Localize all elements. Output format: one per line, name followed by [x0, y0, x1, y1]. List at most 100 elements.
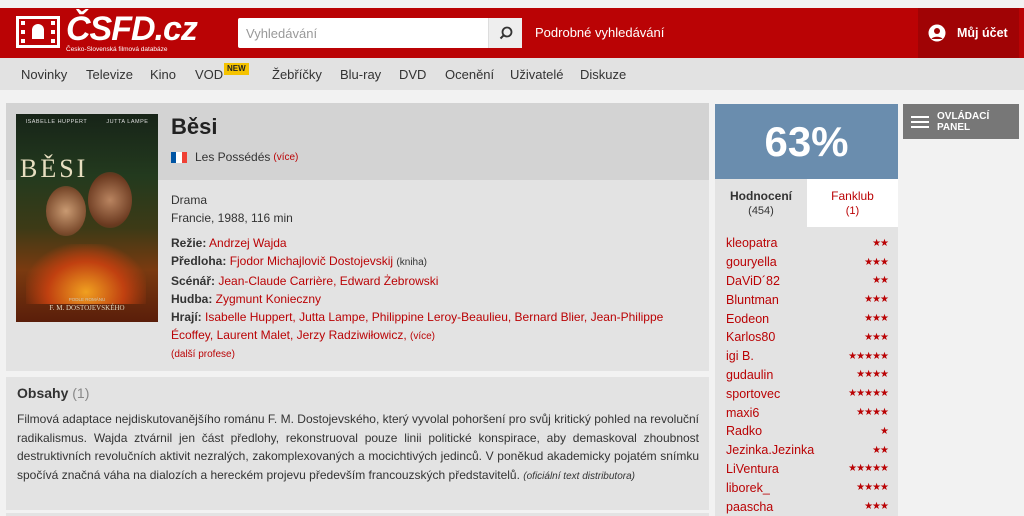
source-link[interactable]: Fjodor Michajlovič Dostojevskij: [230, 254, 393, 268]
alt-title-row: Les Possédés (více): [171, 150, 298, 164]
star-rating-icon: ★★★: [864, 501, 889, 513]
director-link[interactable]: Andrzej Wajda: [209, 236, 287, 250]
nav-item-vod[interactable]: VOD: [195, 67, 223, 82]
search-button[interactable]: [488, 18, 522, 48]
user-name-link[interactable]: paascha: [726, 500, 773, 514]
poster-face: [46, 186, 86, 236]
account-label: Můj účet: [957, 26, 1008, 40]
nav-item-kino[interactable]: Kino: [150, 67, 176, 82]
film-info-box: ISABELLE HUPPERT JUTTA LAMPE BĚSI PODLE …: [6, 103, 709, 371]
user-name-link[interactable]: gudaulin: [726, 368, 773, 382]
nav-item-oceneni[interactable]: Ocenění: [445, 67, 494, 82]
tab-fanclub[interactable]: Fanklub (1): [807, 179, 898, 227]
user-name-link[interactable]: Eodeon: [726, 312, 769, 326]
user-rating-row: Radko ★: [726, 422, 889, 441]
advanced-search-link[interactable]: Podrobné vyhledávání: [535, 25, 664, 40]
user-name-link[interactable]: Radko: [726, 424, 762, 438]
user-name-link[interactable]: sportovec: [726, 387, 780, 401]
logo-subtitle: Česko-Slovenská filmová databáze: [66, 46, 168, 53]
user-name-link[interactable]: DaViD´82: [726, 274, 780, 288]
film-poster[interactable]: ISABELLE HUPPERT JUTTA LAMPE BĚSI PODLE …: [16, 114, 158, 322]
alt-title: Les Possédés: [195, 150, 271, 164]
cast-label: Hrají:: [171, 310, 202, 324]
user-name-link[interactable]: igi B.: [726, 349, 754, 363]
user-rating-row: Jezinka.Jezinka ★★: [726, 441, 889, 460]
cast-row: Hrají: Isabelle Huppert, Jutta Lampe, Ph…: [171, 308, 701, 346]
music-row: Hudba: Zygmunt Konieczny: [171, 290, 701, 308]
nav-item-televize[interactable]: Televize: [86, 67, 133, 82]
star-rating-icon: ★★: [872, 237, 889, 249]
poster-fire: [26, 244, 146, 304]
tab-fanclub-count: (1): [845, 205, 860, 217]
plot-box: Obsahy (1) Filmová adaptace nejdiskutova…: [6, 377, 709, 510]
user-rating-row: igi B. ★★★★★: [726, 347, 889, 366]
user-name-link[interactable]: Karlos80: [726, 330, 775, 344]
logo-text: ČSFD.cz: [66, 10, 198, 48]
music-link[interactable]: Zygmunt Konieczny: [216, 292, 321, 306]
user-name-link[interactable]: gouryella: [726, 255, 777, 269]
tab-fanclub-label: Fanklub: [831, 189, 874, 203]
top-bar: ČSFD.cz Česko-Slovenská filmová databáze…: [0, 8, 1024, 58]
poster-actor-2: JUTTA LAMPE: [106, 119, 149, 125]
nav-item-bluray[interactable]: Blu-ray: [340, 67, 381, 82]
user-name-link[interactable]: maxi6: [726, 406, 759, 420]
tab-ratings-label: Hodnocení: [730, 189, 792, 203]
star-rating-icon: ★: [880, 425, 889, 437]
film-title: Běsi: [171, 114, 218, 139]
user-rating-row: kleopatra ★★: [726, 234, 889, 253]
user-rating-row: liborek_ ★★★★: [726, 478, 889, 497]
nav-item-novinky[interactable]: Novinky: [21, 67, 67, 82]
user-icon: [928, 24, 946, 42]
star-rating-icon: ★★★★★: [848, 463, 889, 475]
film-origin: Francie, 1988, 116 min: [171, 211, 293, 225]
new-badge: NEW: [224, 63, 249, 75]
user-rating-row: paascha ★★★: [726, 497, 889, 516]
screenplay-row: Scénář: Jean-Claude Carrière, Edward Żeb…: [171, 272, 701, 290]
more-professions-link[interactable]: (další profese): [171, 346, 701, 364]
poster-face: [88, 172, 132, 228]
tab-ratings[interactable]: Hodnocení (454): [715, 179, 807, 227]
nav-item-dvd[interactable]: DVD: [399, 67, 426, 82]
search-box: [238, 18, 522, 48]
user-name-link[interactable]: Jezinka.Jezinka: [726, 443, 814, 457]
user-rating-row: Eodeon ★★★: [726, 309, 889, 328]
nav-item-uzivatele[interactable]: Uživatelé: [510, 67, 563, 82]
poster-credit: F. M. DOSTOJEVSKÉHO: [49, 304, 125, 312]
user-name-link[interactable]: kleopatra: [726, 236, 777, 250]
plot-heading: Obsahy (1): [17, 385, 89, 401]
user-rating-row: maxi6 ★★★★: [726, 403, 889, 422]
cast-more-link[interactable]: (více): [410, 331, 435, 342]
star-rating-icon: ★★★: [864, 313, 889, 325]
star-rating-icon: ★★★: [864, 256, 889, 268]
star-rating-icon: ★★★★: [856, 407, 889, 419]
user-name-link[interactable]: LiVentura: [726, 462, 779, 476]
user-rating-row: Bluntman ★★★: [726, 290, 889, 309]
user-rating-row: gudaulin ★★★★: [726, 366, 889, 385]
director-row: Režie: Andrzej Wajda: [171, 234, 701, 252]
site-logo[interactable]: ČSFD.cz Česko-Slovenská filmová databáze: [16, 10, 198, 54]
film-genre: Drama: [171, 193, 208, 207]
director-label: Režie:: [171, 236, 207, 250]
control-panel-button[interactable]: OVLÁDACÍ PANEL: [903, 104, 1019, 139]
main-nav: Novinky Televize Kino VOD NEW Žebříčky B…: [0, 58, 1024, 90]
nav-item-zebricky[interactable]: Žebříčky: [272, 67, 322, 82]
star-rating-icon: ★★★★★: [848, 388, 889, 400]
star-rating-icon: ★★: [872, 444, 889, 456]
user-name-link[interactable]: liborek_: [726, 481, 770, 495]
star-rating-icon: ★★: [872, 275, 889, 287]
screenplay-link[interactable]: Jean-Claude Carrière, Edward Żebrowski: [218, 274, 438, 288]
source-type: (kniha): [396, 257, 427, 268]
star-rating-icon: ★★★: [864, 331, 889, 343]
user-name-link[interactable]: Bluntman: [726, 293, 779, 307]
user-rating-row: sportovec ★★★★★: [726, 384, 889, 403]
star-rating-icon: ★★★★: [856, 369, 889, 381]
rating-percent: 63%: [715, 104, 898, 179]
star-rating-icon: ★★★★: [856, 482, 889, 494]
alt-title-more-link[interactable]: (více): [273, 152, 298, 163]
search-input[interactable]: [238, 18, 488, 48]
user-rating-row: gouryella ★★★: [726, 253, 889, 272]
plot-count: (1): [72, 385, 90, 401]
control-panel-label: OVLÁDACÍ PANEL: [937, 110, 990, 133]
nav-item-diskuze[interactable]: Diskuze: [580, 67, 626, 82]
account-button[interactable]: Můj účet: [918, 8, 1019, 58]
